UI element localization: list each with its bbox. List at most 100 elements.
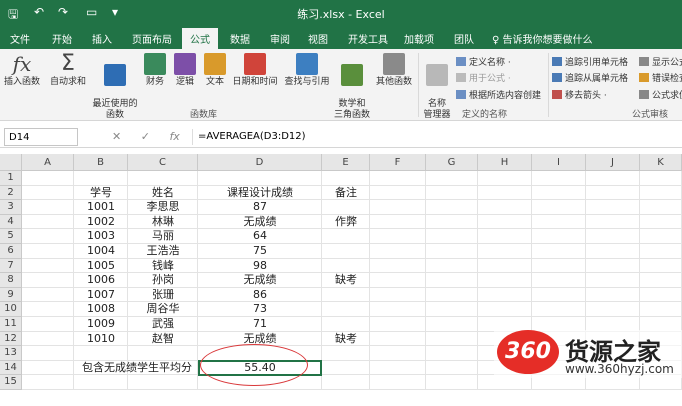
cell[interactable] bbox=[532, 258, 586, 274]
cell[interactable] bbox=[640, 258, 682, 274]
cell[interactable] bbox=[586, 214, 640, 230]
remove-arrows-button[interactable]: 移去箭头 · bbox=[552, 88, 607, 101]
cell[interactable] bbox=[22, 200, 74, 215]
cell[interactable] bbox=[532, 287, 586, 303]
cell[interactable] bbox=[370, 302, 426, 317]
cell[interactable] bbox=[22, 302, 74, 317]
cell[interactable] bbox=[370, 331, 426, 347]
column-header-h[interactable]: H bbox=[478, 154, 532, 171]
tab-team[interactable]: 团队 bbox=[454, 31, 474, 46]
cell[interactable] bbox=[370, 287, 426, 303]
cell[interactable] bbox=[426, 171, 478, 186]
cell[interactable] bbox=[532, 214, 586, 230]
cell[interactable] bbox=[478, 287, 532, 303]
cell[interactable] bbox=[426, 346, 478, 361]
cell[interactable] bbox=[478, 214, 532, 230]
column-header-c[interactable]: C bbox=[128, 154, 198, 171]
cell[interactable] bbox=[426, 185, 478, 201]
insert-function-button[interactable]: fx 插入函数 bbox=[2, 53, 42, 88]
cell[interactable] bbox=[426, 200, 478, 215]
cell[interactable] bbox=[532, 302, 586, 317]
column-header-a[interactable]: A bbox=[22, 154, 74, 171]
tab-view[interactable]: 视图 bbox=[308, 31, 328, 46]
more-functions-button[interactable]: 其他函数 bbox=[374, 53, 414, 88]
row-header-1[interactable]: 1 bbox=[0, 171, 22, 186]
cell[interactable] bbox=[478, 229, 532, 244]
name-manager-button[interactable]: 名称 管理器 bbox=[420, 53, 454, 121]
row-header-11[interactable]: 11 bbox=[0, 317, 22, 332]
cell[interactable] bbox=[74, 171, 128, 186]
tab-addins[interactable]: 加载项 bbox=[404, 31, 434, 46]
cell[interactable] bbox=[640, 185, 682, 201]
row-header-12[interactable]: 12 bbox=[0, 331, 22, 347]
cell[interactable] bbox=[586, 302, 640, 317]
recently-used-button[interactable]: 最近使用的 函数 bbox=[90, 53, 140, 121]
row-header-9[interactable]: 9 bbox=[0, 287, 22, 303]
text-button[interactable]: 文本 bbox=[202, 53, 228, 88]
cell[interactable] bbox=[22, 214, 74, 230]
tab-page-layout[interactable]: 页面布局 bbox=[132, 31, 172, 46]
cell[interactable] bbox=[198, 171, 322, 186]
cell[interactable] bbox=[586, 258, 640, 274]
cell[interactable] bbox=[370, 214, 426, 230]
cell[interactable] bbox=[22, 346, 74, 361]
trace-dependents-button[interactable]: 追踪从属单元格 bbox=[552, 71, 628, 84]
error-checking-button[interactable]: 错误检查 bbox=[639, 71, 682, 84]
tab-home[interactable]: 开始 bbox=[52, 31, 72, 46]
column-header-e[interactable]: E bbox=[322, 154, 370, 171]
row-header-8[interactable]: 8 bbox=[0, 273, 22, 288]
cell[interactable] bbox=[586, 244, 640, 259]
cell[interactable] bbox=[640, 229, 682, 244]
cell[interactable] bbox=[532, 171, 586, 186]
cell[interactable] bbox=[640, 244, 682, 259]
tab-data[interactable]: 数据 bbox=[230, 31, 250, 46]
cell[interactable] bbox=[22, 258, 74, 274]
cell[interactable] bbox=[370, 258, 426, 274]
cell[interactable] bbox=[426, 302, 478, 317]
math-trig-button[interactable]: 数学和 三角函数 bbox=[334, 53, 370, 121]
cell[interactable] bbox=[22, 287, 74, 303]
row-header-3[interactable]: 3 bbox=[0, 200, 22, 215]
cancel-icon[interactable]: ✕ bbox=[112, 130, 121, 143]
cell[interactable] bbox=[426, 244, 478, 259]
cell[interactable] bbox=[370, 171, 426, 186]
cell[interactable] bbox=[22, 360, 74, 376]
cell[interactable] bbox=[22, 331, 74, 347]
cell[interactable] bbox=[640, 302, 682, 317]
create-from-selection-button[interactable]: 根据所选内容创建 bbox=[456, 88, 541, 101]
cell[interactable] bbox=[532, 244, 586, 259]
tab-review[interactable]: 审阅 bbox=[270, 31, 290, 46]
cell[interactable] bbox=[478, 185, 532, 201]
column-header-b[interactable]: B bbox=[74, 154, 128, 171]
cell[interactable] bbox=[532, 229, 586, 244]
cell[interactable] bbox=[478, 273, 532, 288]
row-header-6[interactable]: 6 bbox=[0, 244, 22, 259]
cell[interactable] bbox=[426, 258, 478, 274]
use-in-formula-button[interactable]: 用于公式 · bbox=[456, 71, 511, 84]
date-time-button[interactable]: 日期和时间 bbox=[230, 53, 280, 88]
row-header-5[interactable]: 5 bbox=[0, 229, 22, 244]
cell[interactable] bbox=[322, 171, 370, 186]
cell[interactable] bbox=[426, 229, 478, 244]
column-header-d[interactable]: D bbox=[198, 154, 322, 171]
cell[interactable] bbox=[370, 244, 426, 259]
cell[interactable] bbox=[370, 273, 426, 288]
row-header-4[interactable]: 4 bbox=[0, 214, 22, 230]
cell[interactable] bbox=[22, 375, 74, 390]
cell[interactable] bbox=[322, 375, 370, 390]
lookup-reference-button[interactable]: 查找与引用 bbox=[282, 53, 332, 88]
cell[interactable] bbox=[640, 214, 682, 230]
cell[interactable] bbox=[426, 375, 478, 390]
cell[interactable] bbox=[370, 185, 426, 201]
cell[interactable] bbox=[478, 258, 532, 274]
financial-button[interactable]: 财务 bbox=[142, 53, 168, 88]
cell[interactable] bbox=[586, 229, 640, 244]
cell[interactable] bbox=[640, 200, 682, 215]
cell[interactable] bbox=[22, 317, 74, 332]
select-all-corner[interactable] bbox=[0, 154, 22, 171]
evaluate-formula-button[interactable]: 公式求值 bbox=[639, 88, 682, 101]
tab-file[interactable]: 文件 bbox=[10, 31, 30, 46]
cell[interactable] bbox=[532, 273, 586, 288]
show-formulas-button[interactable]: 显示公式 bbox=[639, 55, 682, 68]
row-header-2[interactable]: 2 bbox=[0, 185, 22, 201]
